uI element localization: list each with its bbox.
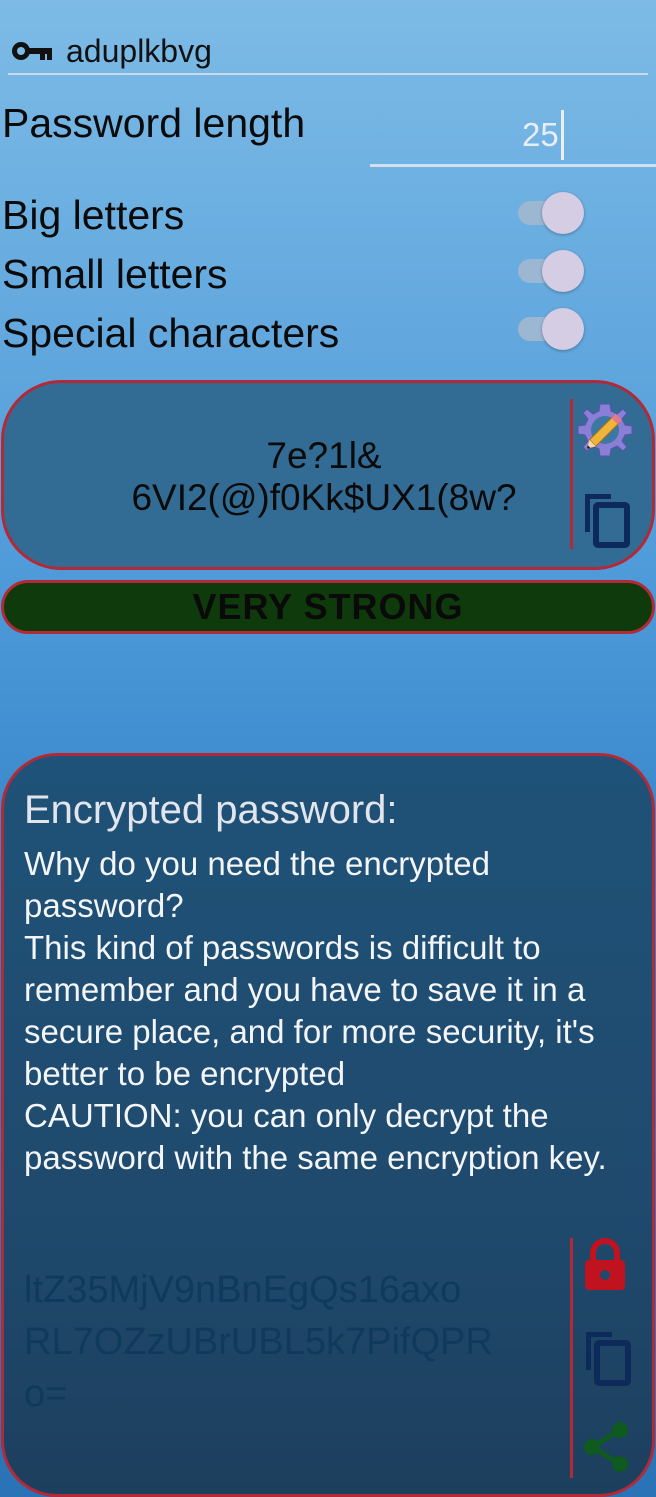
copy-icon[interactable] [577, 488, 633, 550]
encrypted-password-line: ltZ35MjV9nBnEgQs16axo [24, 1269, 462, 1311]
big-letters-toggle[interactable] [516, 192, 584, 234]
password-length-label: Password length [2, 100, 306, 146]
special-characters-toggle[interactable] [516, 308, 584, 350]
key-underline [8, 73, 648, 75]
encrypted-password-line: RL7OZzUBrUBL5k7PifQPR [24, 1321, 493, 1363]
big-letters-label: Big letters [2, 192, 185, 238]
strength-label: VERY STRONG [192, 586, 464, 627]
text-cursor [561, 110, 564, 160]
toggle-thumb [542, 250, 584, 292]
encrypted-password-description: Why do you need the encrypted password? … [24, 845, 607, 1176]
lock-icon[interactable] [582, 1238, 628, 1292]
encryption-key-field[interactable]: aduplkbvg [10, 28, 650, 74]
copy-icon[interactable] [578, 1326, 634, 1388]
encrypted-password-card: Encrypted password: Why do you need the … [1, 753, 655, 1497]
card-divider [570, 1238, 573, 1478]
generated-password-card: 7e?1l& 6VI2(@)f0Kk$UX1(8w? [1, 380, 655, 570]
key-icon [12, 42, 52, 60]
small-letters-toggle[interactable] [516, 250, 584, 292]
encrypted-password-title: Encrypted password: [24, 788, 398, 832]
generated-password-line: 6VI2(@)f0Kk$UX1(8w? [131, 477, 517, 518]
password-length-underline [370, 164, 656, 167]
encrypted-password-line: o= [24, 1373, 68, 1415]
generated-password[interactable]: 7e?1l& 6VI2(@)f0Kk$UX1(8w? [24, 435, 624, 519]
special-characters-label: Special characters [2, 310, 340, 356]
toggle-thumb [542, 308, 584, 350]
password-length-input[interactable]: 25 [522, 116, 559, 154]
small-letters-label: Small letters [2, 251, 228, 297]
share-icon[interactable] [580, 1420, 632, 1474]
key-value[interactable]: aduplkbvg [66, 33, 212, 70]
generated-password-line: 7e?1l& [266, 435, 382, 476]
strength-indicator: VERY STRONG [1, 580, 655, 634]
toggle-thumb [542, 192, 584, 234]
gear-edit-icon[interactable] [573, 398, 637, 462]
encrypted-password-value[interactable]: ltZ35MjV9nBnEgQs16axo RL7OZzUBrUBL5k7Pif… [24, 1264, 564, 1420]
